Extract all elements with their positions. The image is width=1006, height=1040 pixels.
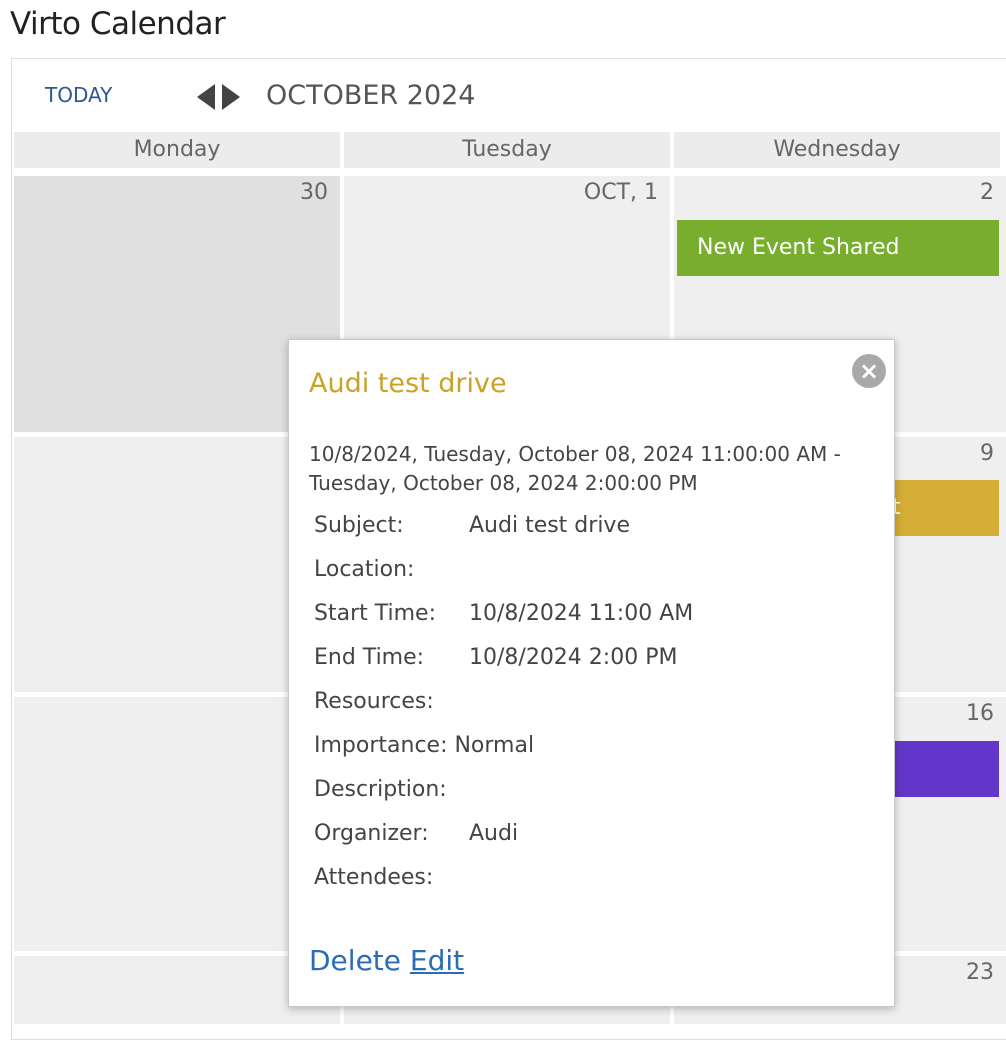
day-header-wednesday: Wednesday xyxy=(674,132,1000,168)
date-number: OCT, 1 xyxy=(583,180,658,205)
date-number: 30 xyxy=(300,180,328,205)
month-label: OCTOBER 2024 xyxy=(266,80,476,111)
field-label: Resources: xyxy=(314,689,434,714)
field-label: Start Time: xyxy=(314,601,436,626)
field-label: Location: xyxy=(314,557,415,582)
date-number: 9 xyxy=(980,441,994,466)
triangle-right-icon[interactable] xyxy=(222,84,240,110)
field-start-time: Start Time: 10/8/2024 11:00 AM xyxy=(314,601,693,633)
today-button[interactable]: TODAY xyxy=(45,83,112,107)
field-attendees: Attendees: xyxy=(314,865,433,897)
field-label: Organizer: xyxy=(314,821,429,846)
event-new-event-shared[interactable]: New Event Shared xyxy=(677,220,999,276)
event-date-range: 10/8/2024, Tuesday, October 08, 2024 11:… xyxy=(309,442,841,495)
field-value: Audi test drive xyxy=(469,513,630,538)
field-label: End Time: xyxy=(314,645,425,670)
field-organizer: Organizer: Audi xyxy=(314,821,518,853)
popup-title: Audi test drive xyxy=(309,368,507,399)
triangle-left-icon[interactable] xyxy=(197,84,215,110)
date-number: 23 xyxy=(966,960,994,985)
app-title: Virto Calendar xyxy=(10,6,226,42)
edit-link[interactable]: Edit xyxy=(410,944,464,977)
date-number: 2 xyxy=(980,180,994,205)
field-label: Attendees: xyxy=(314,865,434,890)
day-header-tuesday: Tuesday xyxy=(344,132,670,168)
field-label: Importance: Normal xyxy=(314,733,535,758)
field-location: Location: xyxy=(314,557,414,589)
close-icon[interactable]: × xyxy=(852,354,886,388)
date-number: 16 xyxy=(966,701,994,726)
field-label: Subject: xyxy=(314,513,404,538)
field-value: Audi xyxy=(469,821,519,846)
field-resources: Resources: xyxy=(314,689,434,721)
field-value: 10/8/2024 11:00 AM xyxy=(469,601,694,626)
field-value: 10/8/2024 2:00 PM xyxy=(469,645,678,670)
field-label: Description: xyxy=(314,777,447,802)
field-description: Description: xyxy=(314,777,447,809)
field-subject: Subject: Audi test drive xyxy=(314,513,630,545)
popup-actions: Delete Edit xyxy=(309,944,464,977)
field-end-time: End Time: 10/8/2024 2:00 PM xyxy=(314,645,677,677)
delete-link[interactable]: Delete xyxy=(309,944,401,977)
event-details-popup: Audi test drive × 10/8/2024, Tuesday, Oc… xyxy=(288,339,895,1007)
month-navigation xyxy=(197,84,245,110)
field-importance: Importance: Normal xyxy=(314,733,534,765)
day-header-monday: Monday xyxy=(14,132,340,168)
